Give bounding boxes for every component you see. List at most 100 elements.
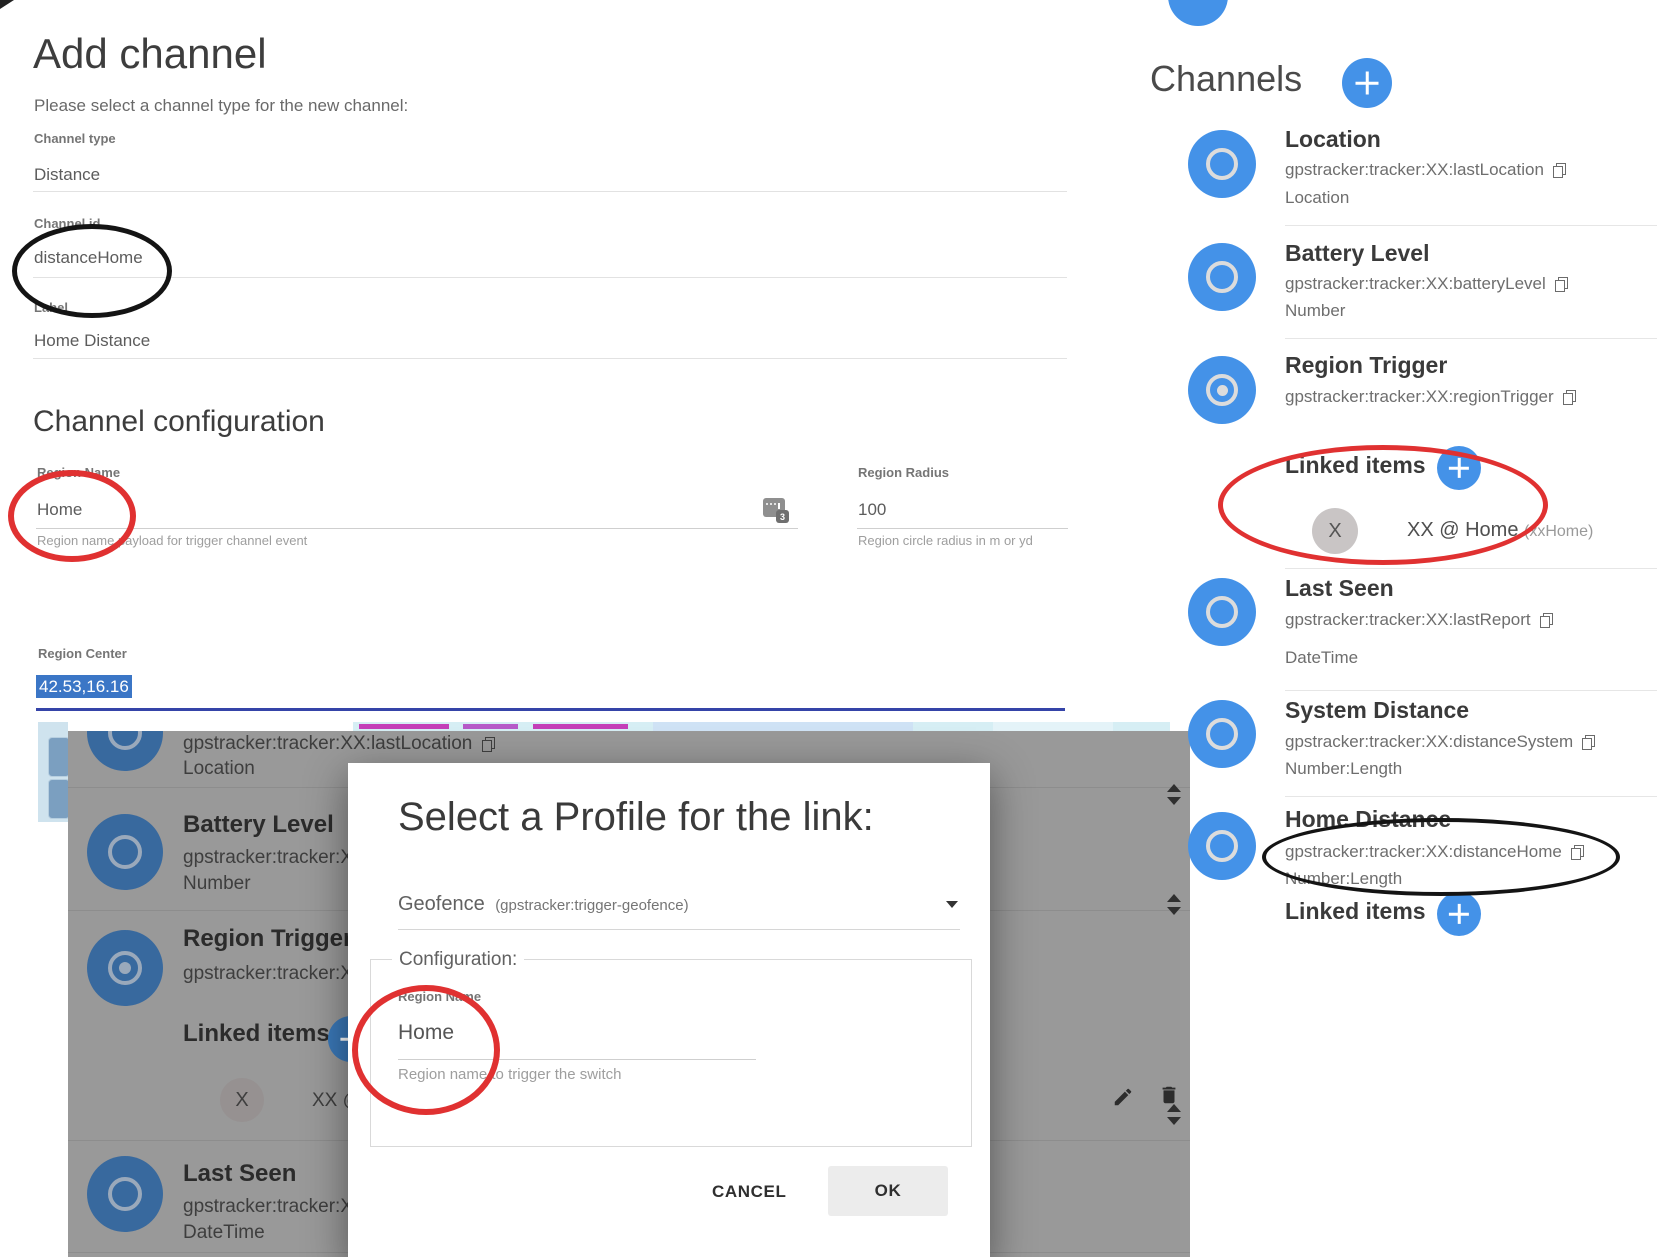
dialog-region-name-input[interactable]: Home — [398, 1021, 454, 1045]
linked-item-label: XX @ Home (xxHome) — [1407, 519, 1593, 542]
channel-title: Region Trigger — [1285, 352, 1447, 379]
region-trigger-channel-icon — [1188, 356, 1256, 424]
dialog-region-name-label: Region Name — [398, 989, 481, 1004]
channel-uid: gpstracker:tracker:XX:distanceHome — [1285, 842, 1584, 862]
dialog-title: Select a Profile for the link: — [398, 795, 874, 840]
region-radius-input[interactable]: 100 — [858, 500, 886, 520]
copy-icon[interactable] — [1553, 163, 1566, 178]
chevron-down-icon — [946, 901, 958, 908]
channel-title: Home Distance — [1285, 806, 1451, 833]
dialog-region-name-hint: Region name to trigger the switch — [398, 1066, 621, 1083]
page-title: Add channel — [33, 30, 267, 78]
copy-icon[interactable] — [1540, 613, 1553, 628]
channel-title: System Distance — [1285, 697, 1469, 724]
background-region-trigger-title: Region Trigger — [183, 925, 352, 953]
reorder-icon[interactable] — [1163, 784, 1185, 805]
channels-heading: Channels — [1150, 58, 1302, 100]
profile-select[interactable]: Geofence (gpstracker:trigger-geofence) — [398, 893, 960, 916]
password-badge: 3 — [776, 510, 789, 523]
divider — [1285, 796, 1657, 797]
copy-icon[interactable] — [1571, 845, 1584, 860]
linked-item-sub: (xxHome) — [1524, 523, 1593, 540]
last-seen-channel-icon — [1188, 578, 1256, 646]
copy-icon[interactable] — [482, 737, 495, 752]
background-location-type: Location — [183, 758, 255, 780]
region-trigger-channel-icon — [87, 930, 163, 1006]
region-radius-hint: Region circle radius in m or yd — [858, 533, 1033, 548]
channel-type-underline — [33, 191, 1067, 192]
channel-type-text: Number:Length — [1285, 869, 1402, 889]
label-field-input[interactable]: Home Distance — [34, 331, 150, 351]
map-zoom-out-button[interactable] — [48, 779, 70, 819]
location-channel-icon — [87, 731, 163, 771]
region-radius-underline — [857, 528, 1068, 529]
add-channel-button[interactable] — [1342, 58, 1392, 108]
channel-type-text: Location — [1285, 188, 1349, 208]
label-field-label: Label — [34, 300, 68, 315]
home-distance-channel-icon — [1188, 812, 1256, 880]
channel-id-input[interactable]: distanceHome — [34, 248, 143, 268]
profile-select-value: Geofence — [398, 893, 485, 915]
map-attribution-strip — [353, 722, 1170, 731]
section-title: Channel configuration — [33, 405, 325, 439]
region-name-input[interactable]: Home — [37, 500, 82, 520]
channel-title: Location — [1285, 126, 1381, 153]
background-last-seen-type: DateTime — [183, 1222, 265, 1244]
channel-type-text: DateTime — [1285, 648, 1358, 668]
region-name-label: Region Name — [37, 465, 120, 480]
scrolled-channel-icon — [1168, 0, 1228, 26]
channel-uid: gpstracker:tracker:XX:regionTrigger — [1285, 387, 1576, 407]
channel-type-text: Number:Length — [1285, 759, 1402, 779]
region-radius-label: Region Radius — [858, 465, 949, 480]
background-chip-avatar[interactable]: X — [220, 1078, 264, 1122]
background-battery-type: Number — [183, 873, 251, 895]
channel-uid: gpstracker:tracker:XX:distanceSystem — [1285, 732, 1595, 752]
reorder-icon[interactable] — [1163, 894, 1185, 915]
label-underline — [33, 358, 1067, 359]
add-linked-item-button[interactable] — [1437, 446, 1481, 490]
password-dots — [766, 503, 780, 506]
channel-uid: gpstracker:tracker:XX:lastLocation — [1285, 160, 1566, 180]
system-distance-channel-icon — [1188, 700, 1256, 768]
region-center-label: Region Center — [38, 646, 127, 661]
divider — [1285, 338, 1657, 339]
background-linked-items-label: Linked items — [183, 1020, 330, 1048]
divider — [1285, 225, 1657, 226]
screenshot-artifact — [0, 0, 14, 9]
copy-icon[interactable] — [1563, 390, 1576, 405]
map-fragment — [38, 722, 68, 822]
ok-button[interactable]: OK — [828, 1166, 948, 1216]
background-battery-title: Battery Level — [183, 811, 334, 839]
channel-type-label: Channel type — [34, 131, 116, 146]
channel-id-label: Channel id — [34, 216, 100, 231]
region-center-input[interactable]: 42.53,16.16 — [36, 677, 132, 697]
map-zoom-in-button[interactable] — [48, 737, 70, 777]
profile-select-uid: (gpstracker:trigger-geofence) — [495, 897, 688, 914]
trash-icon[interactable] — [1158, 1084, 1180, 1106]
linked-item-avatar[interactable]: X — [1312, 508, 1358, 554]
background-location-uid: gpstracker:tracker:XX:lastLocation — [183, 733, 495, 755]
dialog-region-name-underline — [398, 1059, 756, 1060]
region-name-underline — [36, 528, 798, 529]
edit-pencil-icon[interactable] — [1112, 1086, 1134, 1108]
channel-title: Last Seen — [1285, 575, 1394, 602]
reorder-icon[interactable] — [1163, 1104, 1185, 1125]
add-linked-item-button[interactable] — [1437, 892, 1481, 936]
battery-channel-icon — [87, 814, 163, 890]
copy-icon[interactable] — [1555, 277, 1568, 292]
channel-id-underline — [33, 277, 1067, 278]
form-subtitle: Please select a channel type for the new… — [34, 96, 408, 116]
page: Add channel Please select a channel type… — [0, 0, 1670, 1257]
channel-type-select[interactable]: Distance — [34, 165, 100, 185]
cancel-button[interactable]: CANCEL — [712, 1182, 786, 1202]
copy-icon[interactable] — [1582, 735, 1595, 750]
region-name-hint: Region name payload for trigger channel … — [37, 533, 307, 548]
configuration-fieldset — [370, 959, 972, 1147]
last-seen-channel-icon — [87, 1156, 163, 1232]
channel-type-text: Number — [1285, 301, 1345, 321]
password-manager-icon[interactable]: 3 — [763, 498, 785, 517]
channel-title: Battery Level — [1285, 240, 1429, 267]
divider — [1285, 568, 1657, 569]
configuration-legend: Configuration: — [392, 949, 524, 971]
linked-items-label: Linked items — [1285, 452, 1426, 479]
